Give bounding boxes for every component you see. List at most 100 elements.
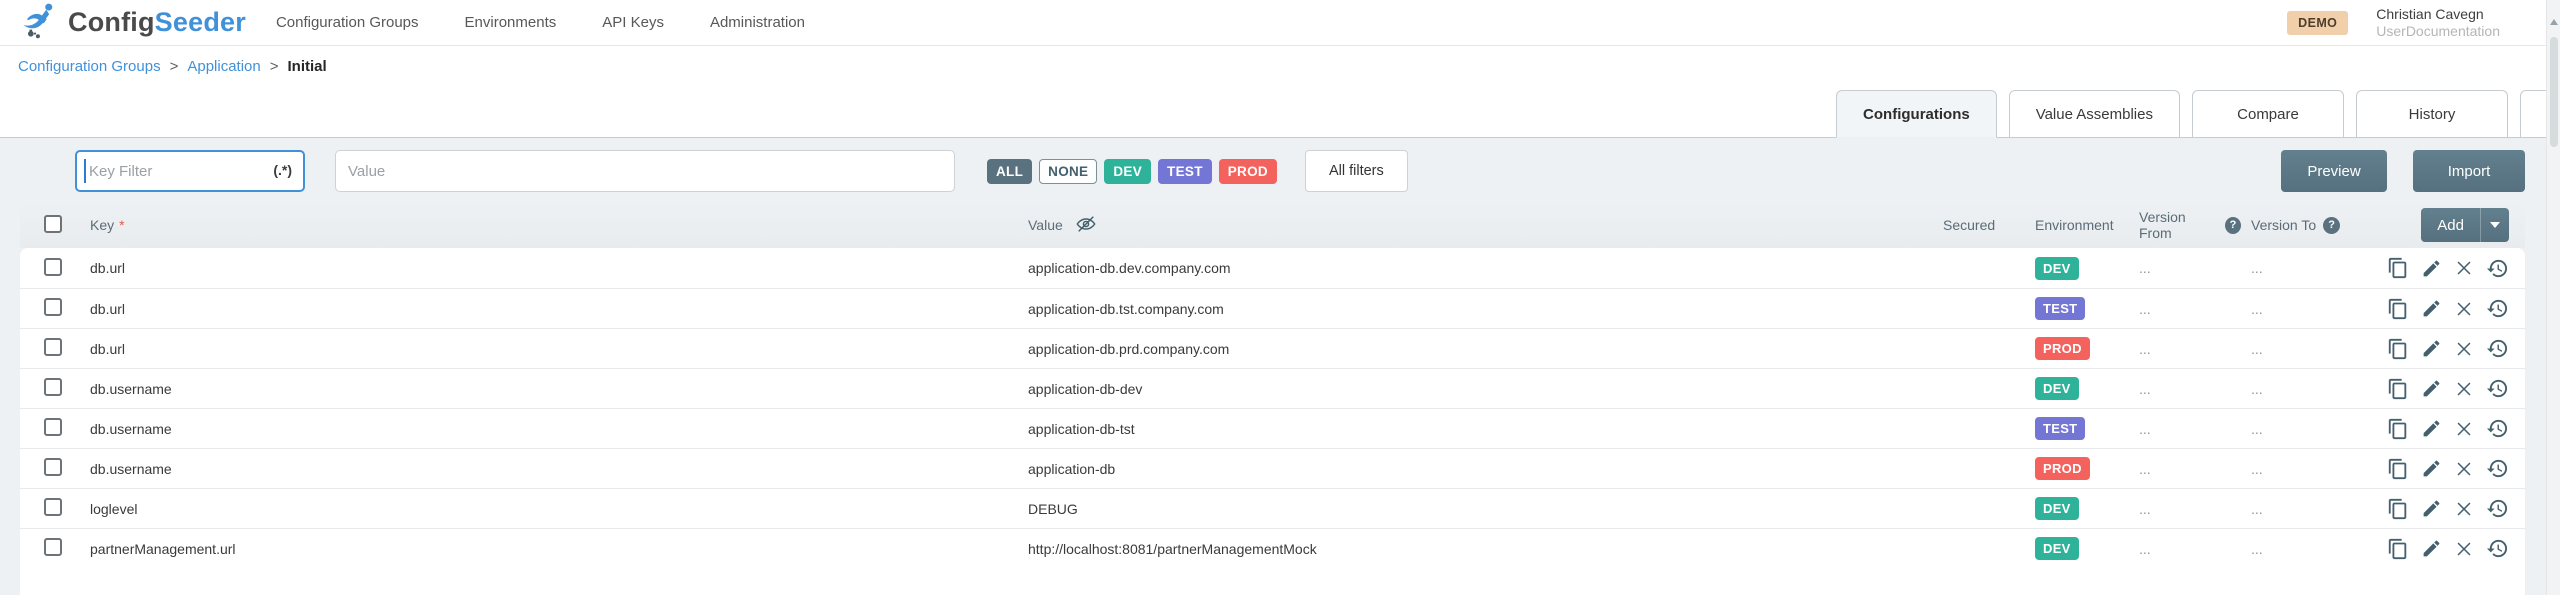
config-key-cell: db.username xyxy=(78,421,1020,437)
copy-button[interactable] xyxy=(2386,377,2410,401)
tab-compare[interactable]: Compare xyxy=(2192,90,2344,137)
nav-item-configuration-groups[interactable]: Configuration Groups xyxy=(276,14,419,31)
key-filter-input[interactable] xyxy=(75,150,305,192)
edit-button[interactable] xyxy=(2419,497,2443,521)
row-checkbox[interactable] xyxy=(44,418,62,436)
copy-button[interactable] xyxy=(2386,497,2410,521)
edit-button[interactable] xyxy=(2419,417,2443,441)
chevron-down-icon[interactable] xyxy=(2481,222,2509,228)
main-nav: Configuration Groups Environments API Ke… xyxy=(276,14,805,31)
column-header-value-label: Value xyxy=(1028,217,1063,233)
regex-hint: (.*) xyxy=(273,162,292,178)
copy-icon xyxy=(2387,498,2409,520)
column-header-environment[interactable]: Environment xyxy=(2017,217,2129,233)
edit-button[interactable] xyxy=(2419,457,2443,481)
scrollbar-thumb[interactable] xyxy=(2550,37,2558,147)
copy-icon xyxy=(2387,378,2409,400)
breadcrumb-link-configuration-groups[interactable]: Configuration Groups xyxy=(18,58,161,75)
row-checkbox[interactable] xyxy=(44,258,62,276)
column-header-version-to[interactable]: Version To ? xyxy=(2241,217,2351,234)
copy-button[interactable] xyxy=(2386,537,2410,561)
configurations-panel: (.*) ALL NONE DEV TEST PROD All filters … xyxy=(0,138,2560,595)
tab-configurations[interactable]: Configurations xyxy=(1836,90,1997,138)
copy-icon xyxy=(2387,458,2409,480)
edit-button[interactable] xyxy=(2419,377,2443,401)
question-circle-icon[interactable]: ? xyxy=(2323,217,2340,234)
history-button[interactable] xyxy=(2485,377,2509,401)
edit-button[interactable] xyxy=(2419,256,2443,280)
copy-button[interactable] xyxy=(2386,457,2410,481)
delete-x-icon xyxy=(2453,538,2475,560)
copy-button[interactable] xyxy=(2386,337,2410,361)
add-button[interactable]: Add xyxy=(2421,208,2509,242)
version-to-label: Version To xyxy=(2251,217,2316,233)
row-checkbox[interactable] xyxy=(44,458,62,476)
delete-button[interactable] xyxy=(2452,497,2476,521)
column-header-key[interactable]: Key* xyxy=(78,217,1020,233)
breadcrumb-link-application[interactable]: Application xyxy=(187,58,260,75)
history-button[interactable] xyxy=(2485,297,2509,321)
delete-button[interactable] xyxy=(2452,417,2476,441)
version-from-cell: ... xyxy=(2129,421,2241,437)
edit-button[interactable] xyxy=(2419,297,2443,321)
nav-item-api-keys[interactable]: API Keys xyxy=(602,14,664,31)
version-from-cell: ... xyxy=(2129,381,2241,397)
edit-button[interactable] xyxy=(2419,337,2443,361)
copy-button[interactable] xyxy=(2386,297,2410,321)
caret-up-icon[interactable] xyxy=(2550,19,2558,25)
delete-button[interactable] xyxy=(2452,377,2476,401)
filter-env-badge-prod[interactable]: PROD xyxy=(1219,159,1277,184)
delete-x-icon xyxy=(2453,257,2475,279)
edit-pencil-icon xyxy=(2421,498,2442,519)
value-filter-input[interactable] xyxy=(335,150,955,192)
tab-label: Value Assemblies xyxy=(2036,106,2153,123)
import-button[interactable]: Import xyxy=(2413,150,2525,192)
delete-x-icon xyxy=(2453,498,2475,520)
copy-button[interactable] xyxy=(2386,256,2410,280)
row-checkbox[interactable] xyxy=(44,538,62,556)
all-filters-button[interactable]: All filters xyxy=(1305,150,1408,192)
user-menu[interactable]: Christian Cavegn UserDocumentation xyxy=(2376,6,2500,40)
history-button[interactable] xyxy=(2485,417,2509,441)
filter-env-badge-none[interactable]: NONE xyxy=(1039,159,1097,184)
filter-env-badge-all[interactable]: ALL xyxy=(987,159,1032,184)
history-icon xyxy=(2486,497,2509,520)
row-checkbox[interactable] xyxy=(44,298,62,316)
nav-item-environments[interactable]: Environments xyxy=(465,14,557,31)
app-logo[interactable]: ConfigSeeder xyxy=(20,0,246,45)
filter-env-badge-test[interactable]: TEST xyxy=(1158,159,1212,184)
history-button[interactable] xyxy=(2485,337,2509,361)
delete-button[interactable] xyxy=(2452,256,2476,280)
row-checkbox[interactable] xyxy=(44,498,62,516)
tab-value-assemblies[interactable]: Value Assemblies xyxy=(2009,90,2180,137)
history-button[interactable] xyxy=(2485,256,2509,280)
history-button[interactable] xyxy=(2485,497,2509,521)
copy-button[interactable] xyxy=(2386,417,2410,441)
column-header-value[interactable]: Value xyxy=(1020,213,1925,238)
tab-partial-clipped[interactable] xyxy=(2520,90,2546,137)
version-to-cell: ... xyxy=(2241,381,2351,397)
column-header-version-from[interactable]: Version From ? xyxy=(2129,209,2241,241)
select-all-checkbox[interactable] xyxy=(44,215,62,233)
column-header-secured[interactable]: Secured xyxy=(1925,217,2017,233)
delete-button[interactable] xyxy=(2452,537,2476,561)
tab-history[interactable]: History xyxy=(2356,90,2508,137)
history-button[interactable] xyxy=(2485,457,2509,481)
question-circle-icon[interactable]: ? xyxy=(2225,217,2241,234)
row-checkbox[interactable] xyxy=(44,378,62,396)
table-row: db.username application-db PROD ... ... xyxy=(20,448,2525,488)
row-checkbox[interactable] xyxy=(44,338,62,356)
version-from-cell: ... xyxy=(2129,301,2241,317)
filter-env-badge-dev[interactable]: DEV xyxy=(1104,159,1151,184)
eye-slash-icon[interactable] xyxy=(1075,213,1097,238)
nav-item-administration[interactable]: Administration xyxy=(710,14,805,31)
vertical-scrollbar[interactable] xyxy=(2546,0,2560,595)
delete-button[interactable] xyxy=(2452,297,2476,321)
edit-button[interactable] xyxy=(2419,537,2443,561)
history-icon xyxy=(2486,337,2509,360)
history-button[interactable] xyxy=(2485,537,2509,561)
preview-button[interactable]: Preview xyxy=(2281,150,2387,192)
delete-button[interactable] xyxy=(2452,337,2476,361)
version-to-cell: ... xyxy=(2241,501,2351,517)
delete-button[interactable] xyxy=(2452,457,2476,481)
